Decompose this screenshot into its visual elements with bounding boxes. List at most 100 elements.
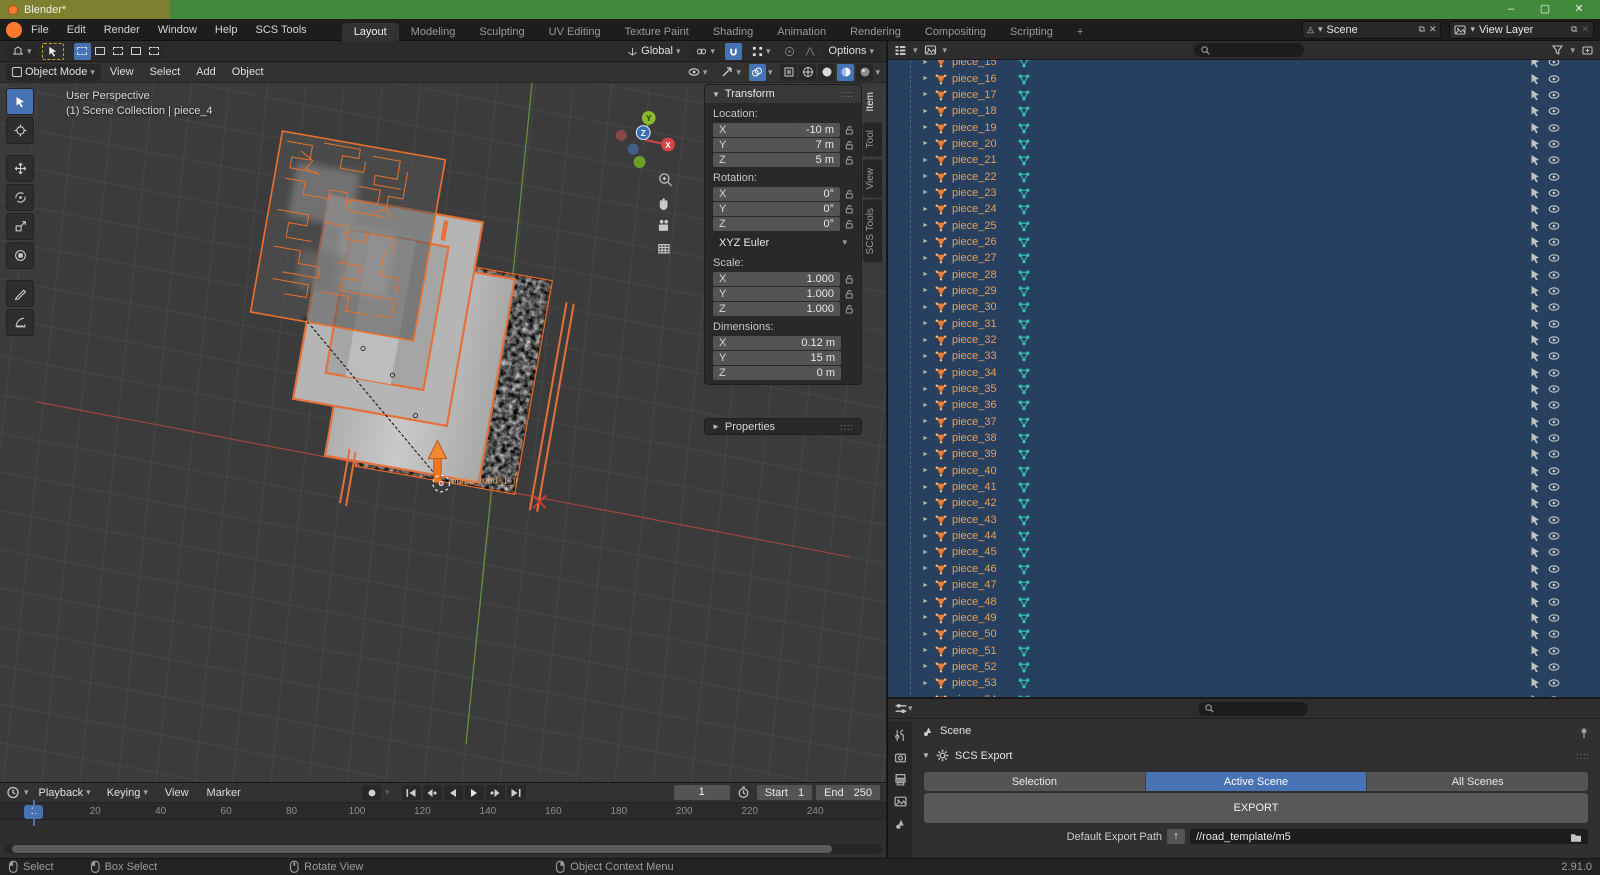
selectable-icon[interactable] [1529,154,1541,166]
outliner-row[interactable]: ► piece_42 [888,495,1600,511]
outliner-row[interactable]: ► piece_46 [888,561,1600,577]
outliner-search-input[interactable] [1194,43,1305,57]
outliner-row[interactable]: ► piece_27 [888,250,1600,266]
hide-eye-icon[interactable] [1548,596,1560,608]
expand-arrow-icon[interactable]: ► [922,484,930,491]
selectable-icon[interactable] [1529,105,1541,117]
expand-arrow-icon[interactable]: ► [922,647,930,654]
hide-eye-icon[interactable] [1548,236,1560,248]
hide-eye-icon[interactable] [1548,481,1560,493]
outliner-row[interactable]: ► piece_29 [888,283,1600,299]
outliner-item-label[interactable]: piece_52 [952,661,997,673]
outliner-row[interactable]: ► piece_47 [888,577,1600,593]
snap-toggle-button[interactable] [725,42,743,60]
annotate-tool[interactable] [6,280,34,307]
transform-panel-header[interactable]: ▼ Transform :::: [705,85,861,103]
outliner-row[interactable]: ► piece_24 [888,201,1600,217]
lock-icon[interactable] [844,204,855,215]
outliner-row[interactable]: ► piece_26 [888,234,1600,250]
new-collection-icon[interactable] [1581,44,1594,56]
menu-add[interactable]: Add [189,66,223,78]
outliner-item-label[interactable]: piece_18 [952,105,997,117]
selectable-icon[interactable] [1529,171,1541,183]
location-x-field[interactable]: X -10 m [713,123,840,137]
outliner-row[interactable]: ► piece_20 [888,136,1600,152]
selectable-icon[interactable] [1529,73,1541,85]
expand-arrow-icon[interactable]: ► [922,451,930,458]
scale-tool[interactable] [6,213,34,240]
expand-arrow-icon[interactable]: ► [922,516,930,523]
outliner-item-label[interactable]: piece_34 [952,367,997,379]
outliner-row[interactable]: ► piece_31 [888,316,1600,332]
hide-eye-icon[interactable] [1548,661,1560,673]
hide-eye-icon[interactable] [1548,154,1560,166]
maximize-button[interactable]: ▢ [1528,0,1562,19]
outliner-item-label[interactable]: piece_27 [952,252,997,264]
selectable-icon[interactable] [1529,481,1541,493]
current-frame-field[interactable]: 1 [673,785,730,800]
hide-eye-icon[interactable] [1548,579,1560,591]
snap-target-button[interactable]: ▾ [746,43,777,60]
selectable-icon[interactable] [1529,399,1541,411]
playback-menu[interactable]: Playback ▾ [33,784,97,801]
tab-compositing[interactable]: Compositing [913,23,998,41]
hide-eye-icon[interactable] [1548,220,1560,232]
lock-icon[interactable] [844,189,855,200]
rotation-mode-dropdown[interactable]: XYZ Euler ▾ [712,235,854,250]
selectable-icon[interactable] [1529,579,1541,591]
outliner-item-label[interactable]: piece_35 [952,383,997,395]
outliner-item-label[interactable]: piece_47 [952,579,997,591]
visibility-button[interactable]: ▾ [682,64,714,81]
scene-selector[interactable]: ◬ ▾ Scene ⧉ ✕ [1302,20,1442,39]
outliner-row[interactable]: ► piece_30 [888,299,1600,315]
lock-icon[interactable] [844,274,855,285]
menu-select[interactable]: Select [143,66,188,78]
scale-y-field[interactable]: Y 1.000 [713,287,840,301]
zoom-view-button[interactable] [659,173,673,187]
hide-eye-icon[interactable] [1548,187,1560,199]
outliner-item-label[interactable]: piece_30 [952,301,997,313]
outliner-row[interactable]: ► piece_48 [888,593,1600,609]
export-all-scenes-button[interactable]: All Scenes [1367,772,1588,791]
start-frame-field[interactable]: Start 1 [756,785,813,800]
selectable-icon[interactable] [1529,514,1541,526]
filter-funnel-icon[interactable] [1551,44,1564,56]
menu-object[interactable]: Object [225,66,271,78]
tool-tab-icon[interactable] [894,729,907,742]
selectable-icon[interactable] [1529,318,1541,330]
hide-eye-icon[interactable] [1548,350,1560,362]
scene-tab-icon[interactable] [894,817,907,830]
expand-arrow-icon[interactable]: ► [922,353,930,360]
rotate-tool[interactable] [6,184,34,211]
keying-dropdown-icon[interactable]: ▾ [385,787,390,798]
expand-arrow-icon[interactable]: ► [922,418,930,425]
expand-arrow-icon[interactable]: ► [922,435,930,442]
outliner-item-label[interactable]: piece_31 [952,318,997,330]
tab-item[interactable]: Item [863,84,882,120]
viewport-3d[interactable]: ▾ Global ▾ ▾ ▾ Options ▾ Object Mode ▾ V… [0,41,886,782]
rotation-x-field[interactable]: X 0° [713,187,840,201]
close-button[interactable]: ✕ [1562,0,1596,19]
export-path-input[interactable]: //road_template/m5 [1190,829,1588,844]
tab-modeling[interactable]: Modeling [399,23,468,41]
selectable-icon[interactable] [1529,645,1541,657]
outliner-item-label[interactable]: piece_53 [952,677,997,689]
selectable-icon[interactable] [1529,563,1541,575]
lock-icon[interactable] [844,125,855,136]
outliner-item-label[interactable]: piece_49 [952,612,997,624]
xray-toggle-button[interactable] [780,63,798,81]
cursor-tool[interactable] [6,117,34,144]
selectable-icon[interactable] [1529,416,1541,428]
selectable-icon[interactable] [1529,367,1541,379]
export-button[interactable]: EXPORT [924,793,1588,823]
expand-arrow-icon[interactable]: ► [922,75,930,82]
show-gizmo-button[interactable]: ▾ [715,64,747,81]
outliner-item-label[interactable]: piece_17 [952,89,997,101]
expand-arrow-icon[interactable]: ► [922,173,930,180]
lock-icon[interactable] [844,219,855,230]
mode-selector[interactable]: Object Mode ▾ [6,63,101,81]
hide-eye-icon[interactable] [1548,530,1560,542]
hide-eye-icon[interactable] [1548,399,1560,411]
outliner-row[interactable]: ► piece_37 [888,414,1600,430]
orientation-gizmo[interactable]: Y Z X [615,111,675,168]
